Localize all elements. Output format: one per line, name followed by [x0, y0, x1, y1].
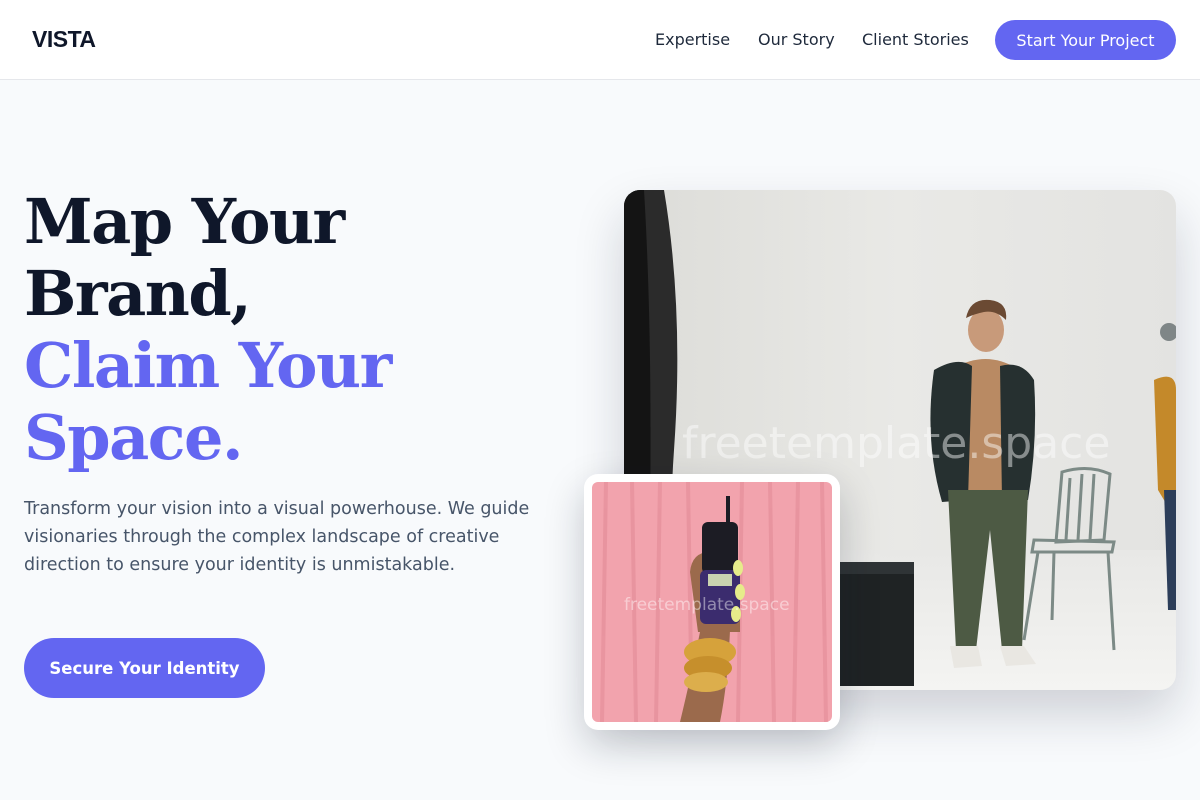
hero-title-line-3: Claim Your: [24, 329, 392, 402]
hero-title-line-1: Map Your: [24, 185, 345, 258]
start-project-button[interactable]: Start Your Project: [995, 20, 1176, 60]
hero-title-line-2: Brand,: [24, 257, 252, 330]
thumbnail-card: freetemplate.space: [584, 474, 840, 730]
nav-link-expertise[interactable]: Expertise: [655, 30, 730, 49]
nav-link-client-stories[interactable]: Client Stories: [862, 30, 969, 49]
hand-holding-phone-photo-icon: [592, 482, 832, 722]
hero-subtitle: Transform your vision into a visual powe…: [24, 499, 530, 575]
nav-link-our-story[interactable]: Our Story: [758, 30, 835, 49]
hero-title: Map Your Brand, Claim Your Space.: [24, 186, 584, 474]
top-navbar: VISTA Expertise Our Story Client Stories…: [0, 0, 1200, 80]
hero-title-line-4: Space.: [24, 401, 244, 474]
secure-identity-button[interactable]: Secure Your Identity: [24, 638, 265, 698]
brand-logo[interactable]: VISTA: [32, 26, 96, 53]
thumbnail-photo: freetemplate.space: [592, 482, 832, 722]
